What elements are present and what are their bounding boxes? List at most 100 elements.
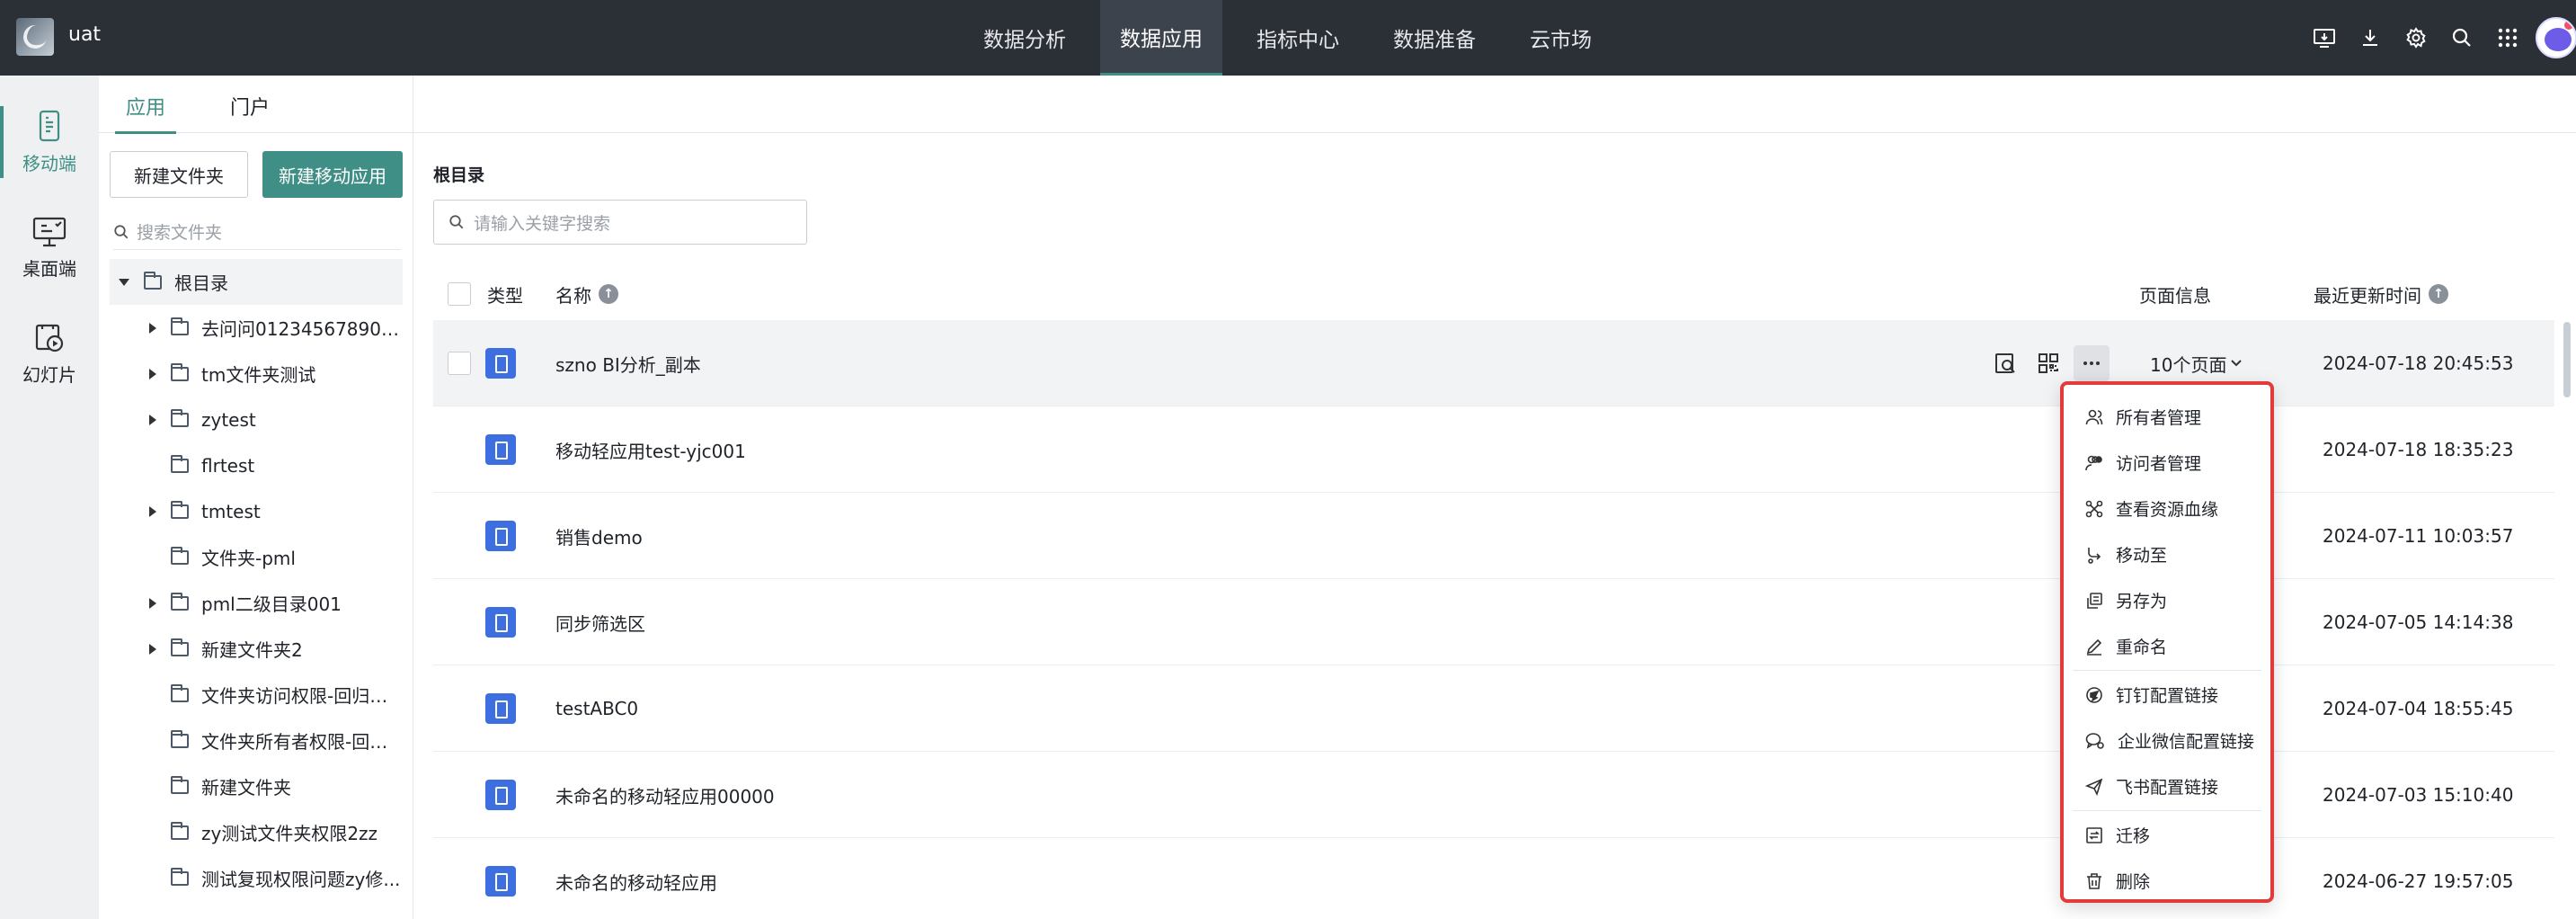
- new-folder-button[interactable]: 新建文件夹: [110, 151, 248, 198]
- nav-data-preparation[interactable]: 数据准备: [1373, 0, 1496, 76]
- table-scrollbar[interactable]: [2563, 322, 2571, 397]
- rail-desktop[interactable]: 桌面端: [0, 203, 99, 293]
- menu-dingtalk-link[interactable]: 钉钉配置链接: [2064, 672, 2270, 718]
- tree-item[interactable]: 文件夹所有者权限-回归...: [110, 718, 403, 763]
- tree-item-label: zytest: [201, 408, 256, 431]
- row-name[interactable]: 同步筛选区: [555, 579, 645, 665]
- qrcode-icon[interactable]: [2027, 342, 2070, 385]
- keyword-search-input[interactable]: 请输入关键字搜索: [433, 200, 807, 245]
- menu-rename[interactable]: 重命名: [2064, 623, 2270, 669]
- search-icon[interactable]: [2438, 0, 2484, 76]
- row-name[interactable]: 销售demo: [555, 493, 643, 579]
- menu-migrate[interactable]: 迁移: [2064, 812, 2270, 858]
- row-name[interactable]: szno BI分析_副本: [555, 320, 701, 406]
- row-context-menu: 所有者管理 访问者管理 查看资源血缘 移动至 另存为 重命名 钉钉配置链接 企业…: [2060, 381, 2274, 903]
- tree-item-label: tmtest: [201, 500, 261, 522]
- column-updated[interactable]: 最近更新时间 ↑: [2314, 268, 2448, 320]
- tree-item[interactable]: tmtest: [110, 488, 403, 534]
- tree-item[interactable]: 去问问012345678901...: [110, 305, 403, 351]
- menu-save-as[interactable]: 另存为: [2064, 577, 2270, 623]
- tree-item-label: 新建文件夹: [201, 777, 291, 799]
- nav-cloud-market[interactable]: 云市场: [1510, 0, 1612, 76]
- tree-item[interactable]: zytest: [110, 397, 403, 442]
- apps-grid-icon[interactable]: [2484, 0, 2530, 76]
- row-name[interactable]: 未命名的移动轻应用: [555, 838, 717, 919]
- menu-resource-lineage[interactable]: 查看资源血缘: [2064, 486, 2270, 531]
- chevron-down-icon: [2231, 360, 2243, 367]
- folder-panel: 新建文件夹 新建移动应用 搜索文件夹 根目录 去问问012345678901..…: [99, 76, 413, 919]
- row-name[interactable]: 移动轻应用test-yjc001: [555, 406, 746, 493]
- row-updated: 2024-07-03 15:10:40: [2323, 784, 2514, 806]
- menu-owner-management[interactable]: 所有者管理: [2064, 394, 2270, 440]
- tree-item[interactable]: pml二级目录001: [110, 580, 403, 626]
- menu-move-to[interactable]: 移动至: [2064, 531, 2270, 577]
- nav-data-application[interactable]: 数据应用: [1100, 0, 1222, 76]
- tree-item[interactable]: 文件夹-pml: [110, 534, 403, 580]
- app-logo[interactable]: [16, 18, 54, 56]
- tree-item[interactable]: flrtest: [110, 442, 403, 488]
- tree-item[interactable]: 测试复现权限问题zy修...: [110, 855, 403, 901]
- tree-item[interactable]: 新建文件夹2: [110, 626, 403, 672]
- caret-down-icon[interactable]: [119, 278, 129, 286]
- row-updated: 2024-07-05 14:14:38: [2323, 611, 2514, 633]
- folder-search-input[interactable]: 搜索文件夹: [113, 214, 401, 250]
- tree-item[interactable]: tm文件夹测试: [110, 351, 403, 397]
- sort-icon[interactable]: ↑: [2429, 284, 2448, 304]
- mobile-app-icon: [485, 348, 516, 379]
- column-updated-label: 最近更新时间: [2314, 284, 2421, 307]
- menu-item-label: 飞书配置链接: [2116, 778, 2219, 798]
- tree-item[interactable]: 文件夹访问权限-回归用...: [110, 672, 403, 718]
- tree-item[interactable]: zy测试文件夹权限2zz: [110, 809, 403, 855]
- mobile-app-icon: [485, 693, 516, 724]
- folder-tree: 根目录 去问问012345678901... tm文件夹测试 zytest fl…: [110, 259, 403, 901]
- page-count: 10个页面: [2150, 353, 2227, 376]
- new-mobile-app-button[interactable]: 新建移动应用: [262, 151, 403, 198]
- monitor-download-icon[interactable]: [2301, 0, 2347, 76]
- select-all-checkbox[interactable]: [448, 282, 471, 306]
- caret-right-icon[interactable]: [149, 597, 156, 609]
- folder-icon: [171, 867, 189, 886]
- caret-right-icon[interactable]: [149, 368, 156, 379]
- menu-visitor-management[interactable]: 访问者管理: [2064, 440, 2270, 486]
- avatar-image: [2535, 17, 2576, 58]
- row-name[interactable]: 未命名的移动轻应用00000: [555, 752, 775, 838]
- menu-wecom-link[interactable]: 企业微信配置链接: [2064, 718, 2270, 763]
- menu-delete[interactable]: 删除: [2064, 858, 2270, 904]
- nav-data-analysis[interactable]: 数据分析: [964, 0, 1086, 76]
- nav-metrics-center[interactable]: 指标中心: [1237, 0, 1359, 76]
- sort-icon[interactable]: ↑: [599, 284, 618, 304]
- tree-item-label: 新建文件夹2: [201, 639, 303, 661]
- top-icons: [2301, 0, 2576, 76]
- download-icon[interactable]: [2347, 0, 2393, 76]
- caret-right-icon[interactable]: [149, 414, 156, 425]
- caret-right-icon[interactable]: [149, 322, 156, 334]
- user-avatar[interactable]: [2530, 0, 2576, 76]
- column-name-label: 名称: [555, 284, 591, 307]
- rail-mobile-label: 移动端: [22, 152, 76, 174]
- menu-feishu-link[interactable]: 飞书配置链接: [2064, 763, 2270, 809]
- folder-icon: [171, 592, 189, 611]
- column-name[interactable]: 名称 ↑: [555, 268, 618, 320]
- tree-item[interactable]: 新建文件夹: [110, 763, 403, 809]
- breadcrumb[interactable]: 根目录: [433, 162, 484, 186]
- folder-icon: [171, 775, 189, 794]
- more-icon[interactable]: [2074, 345, 2110, 381]
- row-name[interactable]: testABC0: [555, 665, 638, 752]
- delete-icon: [2087, 872, 2101, 889]
- owners-icon: [2085, 409, 2103, 424]
- preview-icon[interactable]: [1984, 342, 2027, 385]
- row-checkbox[interactable]: [448, 352, 471, 375]
- menu-divider: [2073, 810, 2261, 811]
- settings-icon[interactable]: [2393, 0, 2438, 76]
- caret-right-icon[interactable]: [149, 505, 156, 517]
- caret-right-icon[interactable]: [149, 643, 156, 655]
- tree-root[interactable]: 根目录: [110, 259, 403, 305]
- tree-root-label: 根目录: [174, 272, 228, 294]
- save-as-icon: [2087, 592, 2102, 609]
- dingtalk-icon: [2086, 686, 2102, 703]
- slideshow-icon: [35, 324, 64, 352]
- rail-mobile[interactable]: 移动端: [0, 97, 99, 187]
- table-header: 类型 名称 ↑ 页面信息 最近更新时间 ↑: [433, 268, 2554, 320]
- menu-item-label: 企业微信配置链接: [2118, 732, 2255, 752]
- rail-slideshow[interactable]: 幻灯片: [0, 309, 99, 399]
